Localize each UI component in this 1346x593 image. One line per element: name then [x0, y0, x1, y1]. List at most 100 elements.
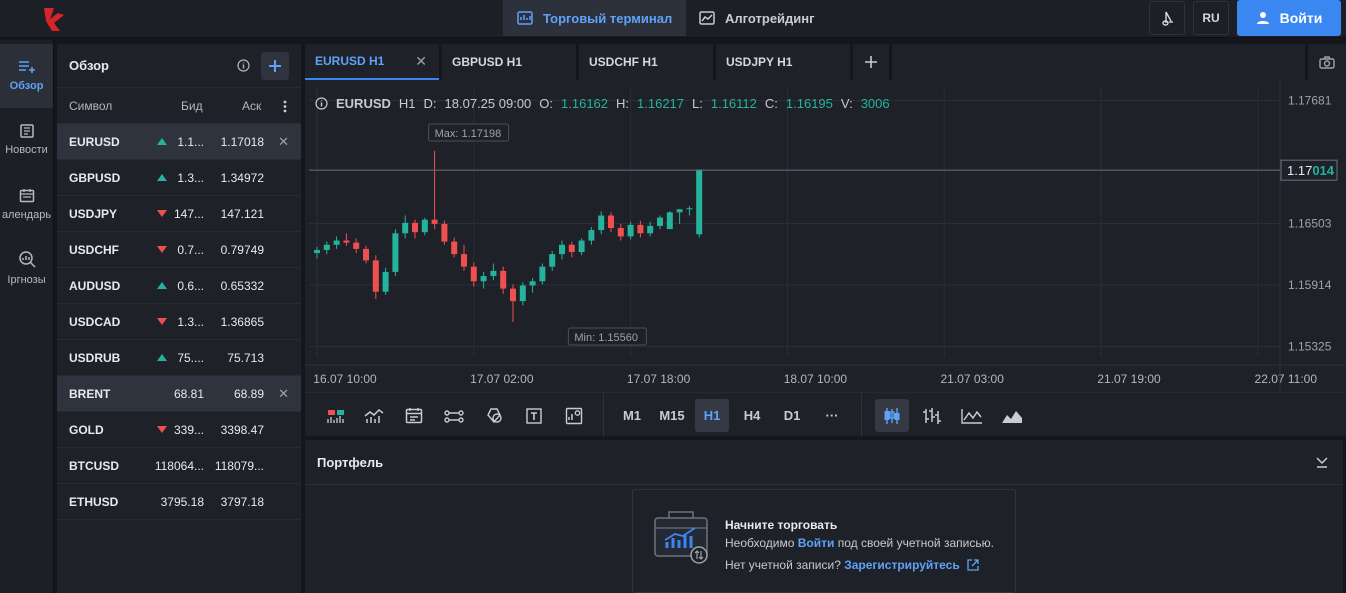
- info-icon[interactable]: [237, 59, 250, 72]
- column-bid[interactable]: Бид: [181, 99, 203, 113]
- chart-settings-button[interactable]: [557, 399, 591, 432]
- watchlist-row[interactable]: BRENT 68.81 68.89 ✕: [57, 376, 301, 412]
- language-button[interactable]: RU: [1193, 1, 1229, 35]
- shapes-tool-button[interactable]: [477, 399, 511, 432]
- chart-tab-label: EURUSD H1: [315, 54, 385, 68]
- candle-body: [363, 248, 369, 261]
- watchlist-row[interactable]: ETHUSD 3795.18 3797.18: [57, 484, 301, 520]
- left-nav: Обзор Новости алендарь Іргнозы: [0, 40, 54, 593]
- arrow-down-icon: [157, 210, 167, 217]
- chart-type-bars-button[interactable]: [915, 399, 949, 432]
- watchlist-row[interactable]: EURUSD 1.1... 1.17018 ✕: [57, 124, 301, 160]
- tab-algotrading-label: Алготрейдинг: [725, 10, 815, 26]
- text-tool-button[interactable]: [517, 399, 551, 432]
- chart-tab-gbpusd[interactable]: GBPUSD H1: [442, 44, 576, 80]
- price-chart[interactable]: 1.17681 1.16503 1.15914 1.15325 16.07 10:00 1…: [305, 80, 1346, 392]
- chart-toolbar: M1 M15 H1 H4 D1 ···: [305, 392, 1346, 437]
- candle-body: [686, 208, 693, 210]
- nav-item-news[interactable]: Новости: [0, 108, 53, 172]
- row-symbol: ETHUSD: [69, 494, 119, 509]
- x-tick-label: 21.07 19:00: [1097, 372, 1161, 386]
- login-prompt-suffix: под своей учетной записью.: [834, 536, 994, 550]
- column-symbol[interactable]: Символ: [69, 99, 112, 113]
- sound-toggle-button[interactable]: [1149, 1, 1185, 35]
- watchlist-row[interactable]: BTCUSD 118064... 118079...: [57, 448, 301, 484]
- ohlc-low-label: L:: [692, 96, 703, 111]
- remove-symbol-icon[interactable]: ✕: [278, 386, 289, 402]
- column-ask[interactable]: Аск: [242, 99, 261, 113]
- timeframe-h1-button[interactable]: H1: [695, 399, 729, 432]
- chart-type-area-button[interactable]: [995, 399, 1029, 432]
- start-trading-title: Начните торговать: [725, 518, 838, 532]
- row-bid: 339...: [173, 422, 204, 437]
- ohlc-volume-label: V:: [840, 96, 853, 111]
- candle-body: [657, 217, 663, 226]
- chart-type-candles-button[interactable]: [875, 399, 909, 432]
- portfolio-header: Портфель: [305, 440, 1343, 485]
- row-ask: 147.121: [220, 206, 264, 221]
- register-prompt-prefix: Нет учетной записи?: [725, 558, 845, 572]
- toolbar-divider: [603, 393, 604, 437]
- tab-trading-terminal[interactable]: Торговый терминал: [503, 0, 687, 36]
- register-prompt-line: Нет учетной записи? Зарегистрируйтесь: [725, 558, 979, 572]
- studies-button[interactable]: [357, 399, 391, 432]
- events-calendar-button[interactable]: [397, 399, 431, 432]
- add-symbol-button[interactable]: [261, 52, 289, 80]
- more-timeframes-button[interactable]: ···: [815, 399, 849, 432]
- nav-item-calendar[interactable]: алендарь: [0, 172, 53, 236]
- chart-tab-eurusd[interactable]: EURUSD H1 ✕: [305, 44, 439, 80]
- watchlist-row[interactable]: USDRUB 75.... 75.713: [57, 340, 301, 376]
- watchlist-column-headers: Символ Бид Аск: [57, 88, 301, 124]
- remove-symbol-icon[interactable]: ✕: [278, 134, 289, 150]
- more-label: ···: [825, 408, 839, 423]
- watchlist-row[interactable]: USDJPY 147... 147.121: [57, 196, 301, 232]
- login-button[interactable]: Войти: [1237, 0, 1341, 36]
- row-bid: 118064...: [154, 458, 204, 473]
- info-icon[interactable]: [315, 97, 328, 110]
- ohlc-timeframe: H1: [398, 96, 416, 111]
- text-frame-icon: [526, 407, 542, 424]
- chart-tab-usdjpy[interactable]: USDJPY H1: [716, 44, 850, 80]
- price-chart-svg[interactable]: 1.17681 1.16503 1.15914 1.15325 16.07 10:00 1…: [305, 80, 1346, 392]
- ohlc-volume: 3006: [860, 96, 890, 111]
- timeframe-m1-button[interactable]: M1: [615, 399, 649, 432]
- watchlist-row[interactable]: USDCHF 0.7... 0.79749: [57, 232, 301, 268]
- watchlist-row[interactable]: GBPUSD 1.3... 1.34972: [57, 160, 301, 196]
- row-bid: 1.3...: [177, 170, 204, 185]
- start-trading-card: Начните торговать Необходимо Войти под с…: [632, 489, 1016, 593]
- candle-body: [627, 224, 634, 237]
- timeframe-h4-button[interactable]: H4: [735, 399, 769, 432]
- timeframe-m15-button[interactable]: M15: [655, 399, 689, 432]
- login-link[interactable]: Войти: [798, 536, 835, 550]
- indicators-button[interactable]: [319, 399, 353, 432]
- watchlist-row[interactable]: USDCAD 1.3... 1.36865: [57, 304, 301, 340]
- add-chart-tab-button[interactable]: [853, 44, 889, 80]
- ohlc-close-label: C:: [764, 96, 778, 111]
- screenshot-button[interactable]: [1308, 44, 1346, 80]
- row-bid: 0.7...: [177, 242, 204, 257]
- chart-tab-usdchf[interactable]: USDCHF H1: [579, 44, 713, 80]
- watchlist-row[interactable]: AUDUSD 0.6... 0.65332: [57, 268, 301, 304]
- chart-tab-label: USDCHF H1: [589, 55, 658, 69]
- nav-item-overview[interactable]: Обзор: [0, 44, 53, 108]
- more-vertical-icon[interactable]: [283, 100, 287, 113]
- line-tool-button[interactable]: [437, 399, 471, 432]
- y-tick-label: 1.17681: [1288, 94, 1332, 108]
- portfolio-chart-icon: [654, 511, 708, 564]
- timeframe-d1-button[interactable]: D1: [775, 399, 809, 432]
- candle-body: [480, 276, 487, 282]
- chart-type-line-button[interactable]: [955, 399, 989, 432]
- register-link[interactable]: Зарегистрируйтесь: [844, 558, 960, 572]
- collapse-chevron-icon[interactable]: [1315, 455, 1329, 469]
- row-symbol: USDCAD: [69, 314, 121, 329]
- watchlist-panel: Обзор Символ Бид Аск EURUSD 1.1... 1.17018…: [57, 44, 301, 593]
- tab-algotrading[interactable]: Алготрейдинг: [685, 0, 829, 36]
- candle-body: [421, 219, 428, 233]
- brand-logo-icon[interactable]: [40, 5, 68, 33]
- external-link-icon[interactable]: [967, 559, 979, 571]
- close-tab-icon[interactable]: ✕: [415, 53, 427, 70]
- watchlist-header: Обзор: [57, 44, 301, 88]
- calendar-icon: [19, 188, 34, 202]
- watchlist-row[interactable]: GOLD 339... 3398.47: [57, 412, 301, 448]
- nav-item-forecasts[interactable]: Іргнозы: [0, 236, 53, 300]
